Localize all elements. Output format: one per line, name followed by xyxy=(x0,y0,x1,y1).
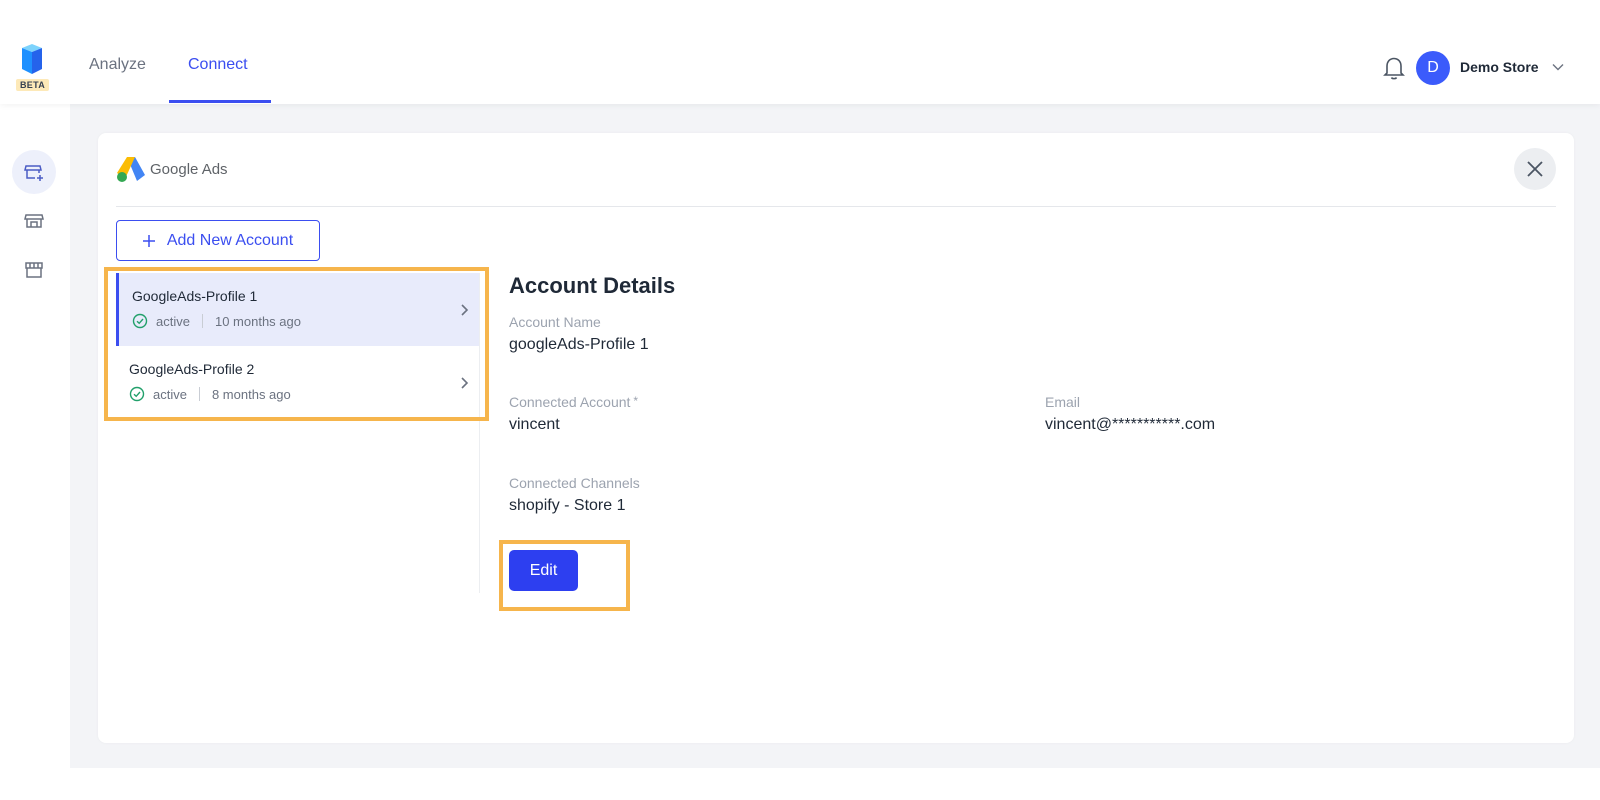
shop-icon xyxy=(25,262,43,278)
beta-badge: BETA xyxy=(16,79,50,91)
chevron-down-icon xyxy=(1552,64,1564,71)
connected-channels-value: shopify - Store 1 xyxy=(509,497,626,514)
app-logo[interactable]: BETA xyxy=(14,44,50,92)
integration-card: Google Ads Add New Account GoogleAds-Pro… xyxy=(98,133,1574,743)
highlight-edit-button xyxy=(499,540,630,611)
highlight-account-list xyxy=(104,267,489,421)
active-tab-indicator xyxy=(169,100,271,103)
connected-account-label-text: Connected Account xyxy=(509,394,631,410)
email-label: Email xyxy=(1045,394,1081,410)
account-name-label: Account Name xyxy=(509,314,601,330)
sidebar-item-store[interactable] xyxy=(12,199,56,243)
email-value: vincent@***********.com xyxy=(1045,416,1216,433)
integration-name: Google Ads xyxy=(150,160,228,178)
store-add-icon xyxy=(24,165,43,181)
divider xyxy=(116,206,1556,207)
details-title: Account Details xyxy=(509,273,676,298)
plus-icon xyxy=(142,234,155,247)
google-ads-logo: Google Ads xyxy=(116,155,228,183)
store-icon xyxy=(24,214,44,228)
sidebar-item-add-store[interactable] xyxy=(12,150,56,194)
store-name[interactable]: Demo Store xyxy=(1460,59,1539,75)
tab-connect[interactable]: Connect xyxy=(188,56,248,74)
store-menu-toggle[interactable] xyxy=(1551,60,1565,74)
close-icon xyxy=(1527,161,1543,177)
close-button[interactable] xyxy=(1514,148,1556,190)
connected-account-label: Connected Account * xyxy=(509,394,638,410)
add-new-account-button[interactable]: Add New Account xyxy=(116,220,320,261)
account-name-value: googleAds-Profile 1 xyxy=(509,336,649,353)
bell-icon xyxy=(1383,57,1405,80)
sidebar-item-shop[interactable] xyxy=(12,248,56,292)
tab-analyze[interactable]: Analyze xyxy=(89,56,146,74)
google-ads-icon xyxy=(117,157,145,182)
connected-account-value: vincent xyxy=(509,416,560,433)
add-new-account-label: Add New Account xyxy=(166,231,294,249)
app-logo-icon xyxy=(22,44,42,74)
avatar[interactable]: D xyxy=(1416,51,1450,85)
notifications-button[interactable] xyxy=(1382,55,1406,81)
connected-channels-label: Connected Channels xyxy=(509,475,640,491)
sidebar xyxy=(0,104,70,800)
required-marker: * xyxy=(633,394,639,408)
top-navigation-bar: BETA Analyze Connect D Demo Store xyxy=(0,0,1600,104)
